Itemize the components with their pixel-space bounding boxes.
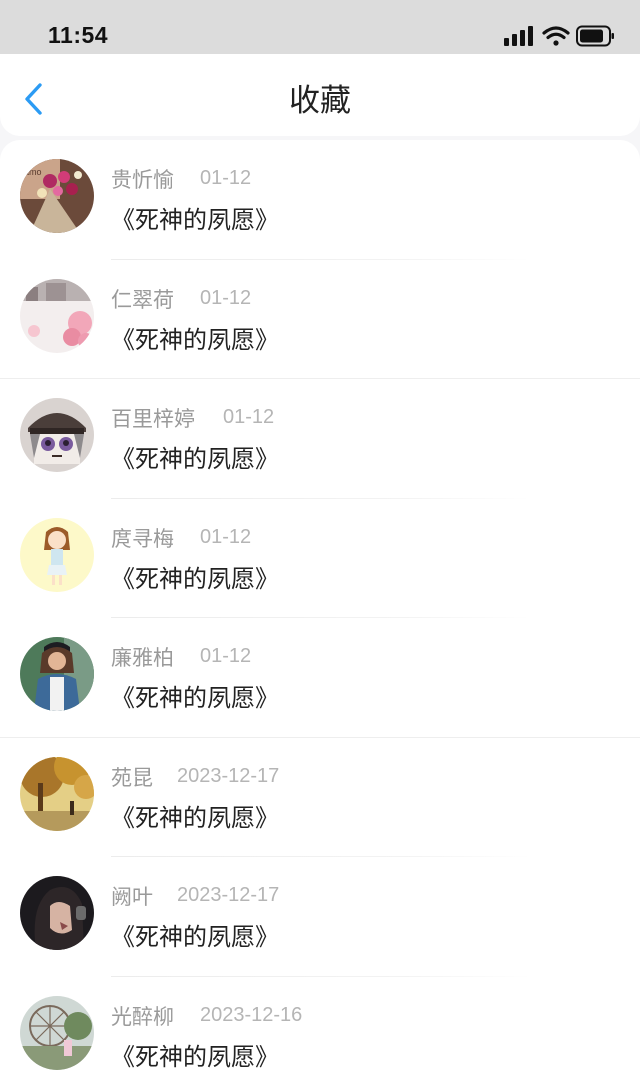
signal-icon xyxy=(504,26,533,46)
bouquet-avatar-image: amo xyxy=(20,159,94,233)
avatar xyxy=(20,637,94,711)
book-title[interactable]: 《死神的夙愿》 xyxy=(111,678,279,713)
favorite-date: 2023-12-17 xyxy=(177,764,280,787)
avatar xyxy=(20,517,94,592)
book-title[interactable]: 《死神的夙愿》 xyxy=(111,1037,279,1072)
chevron-left-icon xyxy=(25,83,42,115)
autumn-tree-avatar-image xyxy=(20,756,94,831)
girl-denim-avatar-image xyxy=(20,637,94,711)
favorite-date: 01-12 xyxy=(200,525,252,548)
user-name: 廉雅柏 xyxy=(111,646,174,670)
favorite-date: 2023-12-16 xyxy=(200,1003,303,1026)
book-title[interactable]: 《死神的夙愿》 xyxy=(111,798,279,833)
favorite-date: 01-12 xyxy=(200,286,252,309)
user-name: 苑昆 xyxy=(111,765,153,790)
favorite-date: 01-12 xyxy=(200,167,252,189)
book-title[interactable]: 《死神的夙愿》 xyxy=(111,320,279,355)
status-icons xyxy=(504,24,616,50)
list-item[interactable]: 苑昆 2023-12-17 《死神的夙愿》 xyxy=(0,738,640,857)
list-item[interactable]: 庹寻梅 01-12 《死神的夙愿》 xyxy=(0,499,640,618)
avatar xyxy=(20,995,94,1070)
favorite-date: 01-12 xyxy=(200,645,252,667)
favorite-date: 01-12 xyxy=(223,406,275,428)
wifi-icon xyxy=(542,26,570,46)
avatar xyxy=(20,756,94,831)
blossom-avatar-image xyxy=(20,278,94,353)
avatar xyxy=(20,876,94,950)
user-name: 光醉柳 xyxy=(111,1004,174,1029)
list-item[interactable]: 百里梓婷 01-12 《死神的夙愿》 xyxy=(0,379,640,499)
cartoon-girl-avatar-image xyxy=(20,517,94,592)
book-title[interactable]: 《死神的夙愿》 xyxy=(111,439,279,474)
user-name: 仁翠荷 xyxy=(111,287,174,312)
book-title[interactable]: 《死神的夙愿》 xyxy=(111,200,279,235)
list-item[interactable]: 廉雅柏 01-12 《死神的夙愿》 xyxy=(0,618,640,738)
anime-cap-avatar-image xyxy=(20,398,94,472)
favorite-date: 2023-12-17 xyxy=(177,884,280,906)
dark-portrait-avatar-image xyxy=(20,876,94,950)
favorites-list: amo 贵忻愉 01-12 《死神的夙愿》 仁翠荷 01-12 《死神的夙愿》 xyxy=(0,140,640,1089)
avatar xyxy=(20,398,94,472)
park-wheel-avatar-image xyxy=(20,995,94,1070)
avatar xyxy=(20,278,94,353)
user-name: 阙叶 xyxy=(111,885,153,909)
page-title: 收藏 xyxy=(289,83,351,119)
list-item[interactable]: 光醉柳 2023-12-16 《死神的夙愿》 xyxy=(0,977,640,1089)
user-name: 百里梓婷 xyxy=(111,407,195,431)
svg-text:amo: amo xyxy=(24,167,42,177)
book-title[interactable]: 《死神的夙愿》 xyxy=(111,559,279,594)
avatar: amo xyxy=(20,159,94,233)
user-name: 庹寻梅 xyxy=(111,526,174,551)
book-title[interactable]: 《死神的夙愿》 xyxy=(111,917,279,952)
nav-bar: 收藏 xyxy=(0,54,640,136)
back-button[interactable] xyxy=(14,76,58,120)
user-name: 贵忻愉 xyxy=(111,168,174,192)
status-time: 11:54 xyxy=(48,22,109,48)
battery-icon xyxy=(576,25,614,47)
status-bar: 11:54 xyxy=(0,0,640,54)
list-item[interactable]: amo 贵忻愉 01-12 《死神的夙愿》 xyxy=(0,140,640,260)
list-item[interactable]: 阙叶 2023-12-17 《死神的夙愿》 xyxy=(0,857,640,977)
list-item[interactable]: 仁翠荷 01-12 《死神的夙愿》 xyxy=(0,260,640,379)
